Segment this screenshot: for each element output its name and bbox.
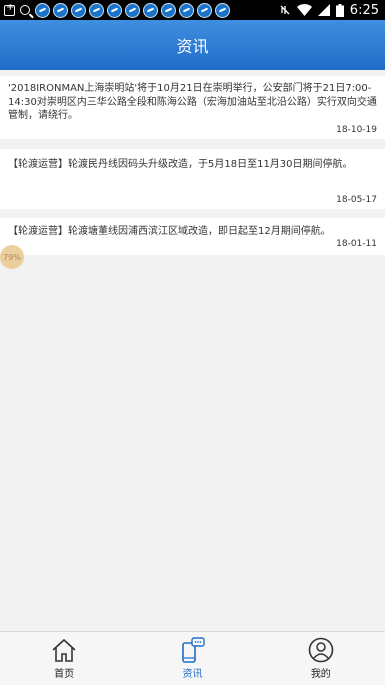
app-notification-icon bbox=[89, 2, 104, 18]
news-list: '2018IRONMAN上海崇明站'将于10月21日在崇明举行，公安部门将于21… bbox=[0, 76, 385, 262]
wifi-icon bbox=[296, 4, 312, 16]
header-bar: 资讯 bbox=[0, 20, 385, 70]
app-notification-icon bbox=[107, 2, 122, 18]
news-item[interactable]: '2018IRONMAN上海崇明站'将于10月21日在崇明举行，公安部门将于21… bbox=[0, 76, 385, 139]
app-notification-icon bbox=[125, 2, 140, 18]
signal-icon bbox=[317, 4, 330, 16]
news-text: '2018IRONMAN上海崇明站'将于10月21日在崇明举行，公安部门将于21… bbox=[8, 83, 377, 121]
app-notification-icon bbox=[179, 2, 194, 18]
notification-area bbox=[0, 2, 230, 18]
news-item[interactable]: 【轮渡运营】轮渡民丹线因码头升级改造，于5月18日至11月30日期间停航。 18… bbox=[0, 149, 385, 209]
home-icon bbox=[51, 637, 77, 663]
nav-label: 我的 bbox=[310, 669, 331, 680]
clock: 6:25 bbox=[349, 2, 379, 18]
app-notification-icon bbox=[161, 2, 176, 18]
bottom-nav: 首页 资讯 我的 bbox=[0, 631, 385, 685]
news-text: 【轮渡运营】轮渡塘董线因浦西滨江区域改造，即日起至12月期间停航。 bbox=[8, 226, 331, 237]
nav-label: 首页 bbox=[54, 669, 75, 680]
app-notification-icon bbox=[71, 2, 86, 18]
app-notification-icon bbox=[35, 2, 50, 18]
phone-chat-icon bbox=[179, 637, 206, 663]
user-icon bbox=[308, 637, 334, 663]
nav-label: 资讯 bbox=[182, 669, 203, 680]
app-notification-icon bbox=[143, 2, 158, 18]
news-date: 18-01-11 bbox=[336, 239, 377, 249]
app-notification-icon bbox=[197, 2, 212, 18]
page-title: 资讯 bbox=[176, 37, 209, 56]
nav-item-news[interactable]: 资讯 bbox=[128, 632, 256, 685]
status-bar: 6:25 bbox=[0, 0, 385, 20]
news-item[interactable]: 【轮渡运营】轮渡塘董线因浦西滨江区域改造，即日起至12月期间停航。 18-01-… bbox=[0, 218, 385, 255]
mute-icon bbox=[279, 4, 291, 16]
battery-icon bbox=[335, 3, 344, 17]
search-icon bbox=[20, 5, 30, 15]
news-date: 18-05-17 bbox=[336, 195, 377, 205]
app-notification-icon bbox=[53, 2, 68, 18]
nav-item-mine[interactable]: 我的 bbox=[257, 632, 385, 685]
floating-assist-ball[interactable]: 79% bbox=[0, 245, 24, 269]
nav-item-home[interactable]: 首页 bbox=[0, 632, 128, 685]
app-notification-icon bbox=[215, 2, 230, 18]
news-date: 18-10-19 bbox=[336, 125, 377, 135]
news-text: 【轮渡运营】轮渡民丹线因码头升级改造，于5月18日至11月30日期间停航。 bbox=[8, 159, 353, 170]
add-box-icon bbox=[4, 2, 15, 16]
